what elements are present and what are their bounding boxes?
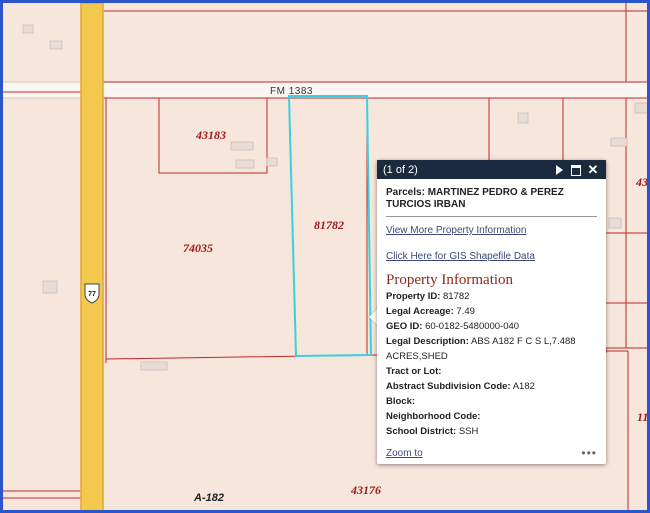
popup-count: (1 of 2) (383, 163, 418, 176)
gis-shapefile-link[interactable]: Click Here for GIS Shapefile Data (386, 251, 597, 262)
building (22, 24, 34, 34)
map-frame: FM 1383 77 43183 81782 74035 43176 43 11… (0, 0, 650, 513)
building (140, 361, 168, 371)
building (517, 112, 529, 124)
highway-shield-text: 77 (88, 291, 96, 298)
building (608, 217, 622, 229)
field-row: GEO ID: 60-0182-5480000-040 (386, 321, 520, 332)
field-row: Abstract Subdivision Code: A182 (386, 381, 535, 392)
field-row: Neighborhood Code: (386, 411, 481, 422)
next-feature-button[interactable] (552, 163, 566, 177)
info-popup: (1 of 2) ✕ Parcels: MARTINEZ PEDRO & PER… (377, 160, 606, 464)
maximize-icon (571, 164, 581, 176)
more-options-icon[interactable]: ••• (581, 446, 597, 460)
parcel-label-43183: 43183 (195, 128, 226, 142)
popup-title: Parcels: MARTINEZ PEDRO & PEREZ TURCIOS … (386, 187, 597, 217)
parcel-label-74035: 74035 (183, 241, 213, 255)
building (634, 102, 647, 114)
field-row: Block: (386, 396, 416, 407)
building (266, 157, 278, 167)
popup-body: Parcels: MARTINEZ PEDRO & PEREZ TURCIOS … (377, 179, 606, 439)
road-label: FM 1383 (270, 86, 313, 97)
building (610, 137, 628, 147)
field-row: School District: SSH (386, 426, 479, 437)
close-icon: ✕ (587, 161, 599, 177)
field-row: Legal Acreage: 7.49 (386, 306, 475, 317)
maximize-button[interactable] (569, 163, 583, 177)
play-icon (556, 164, 563, 175)
zoom-to-link[interactable]: Zoom to (386, 448, 423, 459)
view-property-link[interactable]: View More Property Information (386, 225, 597, 236)
popup-footer: Zoom to ••• (386, 446, 597, 460)
field-row: Property ID: 81782 (386, 291, 470, 302)
parcel-label-81782: 81782 (314, 218, 344, 232)
property-fields: Property ID: 81782 Legal Acreage: 7.49 G… (386, 289, 597, 439)
highway-shield-icon: 77 (84, 283, 100, 304)
abstract-label: A-182 (193, 492, 224, 504)
popup-header: (1 of 2) ✕ (377, 160, 606, 179)
parcel-label-11-partial: 11 (637, 410, 648, 424)
parcel-label-43-partial: 43 (635, 175, 648, 189)
building (42, 280, 58, 294)
building (235, 159, 255, 169)
building (49, 40, 63, 50)
section-title: Property Information (386, 272, 514, 288)
parcel-label-43176: 43176 (350, 483, 381, 497)
field-row: Tract or Lot: (386, 366, 442, 377)
highway-77 (80, 3, 104, 510)
close-button[interactable]: ✕ (586, 161, 600, 177)
building (230, 141, 254, 151)
field-row: Legal Description: ABS A182 F C S L,7.48… (386, 336, 576, 362)
